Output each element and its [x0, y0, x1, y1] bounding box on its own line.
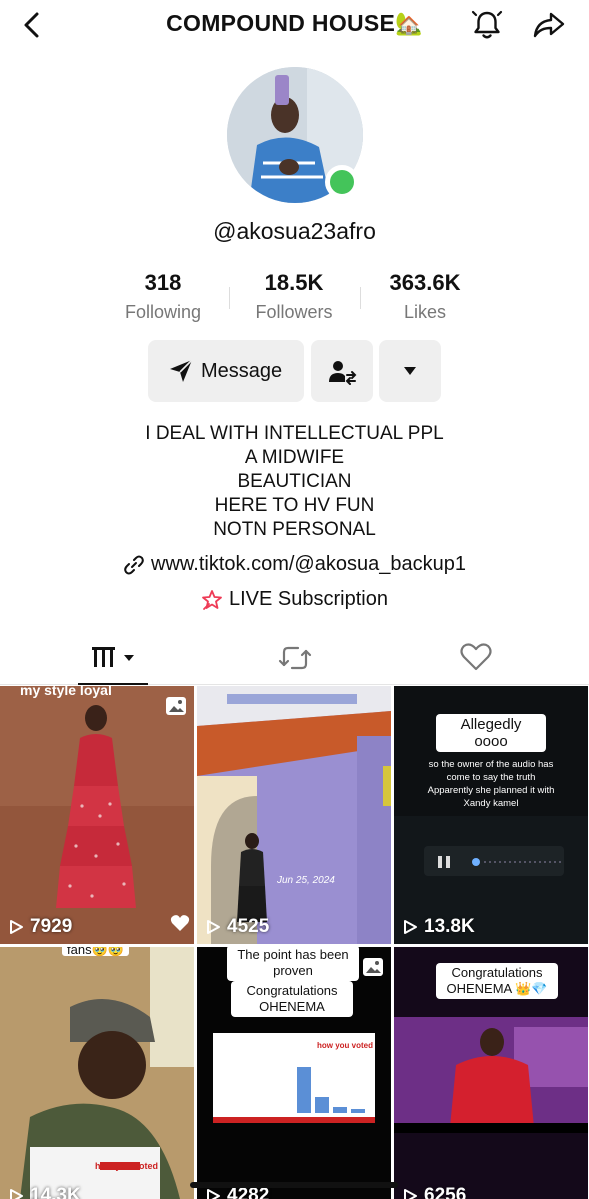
video-caption: Allegedly oooo: [436, 714, 546, 752]
bio-line: A MIDWIFE: [244, 447, 345, 468]
stat-label: Followers: [255, 302, 333, 322]
photo-icon: [363, 958, 383, 976]
view-count: 6256: [402, 1185, 466, 1199]
stat-likes[interactable]: 363.6K Likes: [360, 270, 490, 323]
view-count-value: 4525: [227, 916, 270, 937]
video-thumbnail[interactable]: The point has been proven Congratulation…: [197, 947, 391, 1199]
video-caption: Congratulations OHENEMA: [231, 981, 353, 1017]
online-status-dot: [325, 165, 359, 199]
photo-icon: [166, 697, 186, 715]
active-tab-underline: [78, 683, 148, 685]
top-bar: COMPOUND HOUSE🏡: [0, 0, 589, 50]
profile-link[interactable]: www.tiktok.com/@akosua_backup1: [0, 553, 589, 576]
play-icon: [10, 1188, 23, 1199]
view-count-value: 13.8K: [424, 916, 475, 937]
thumbnail-image: [197, 686, 391, 944]
live-subscription-link[interactable]: LIVE Subscription: [0, 588, 589, 611]
video-thumbnail[interactable]: Congratulations OHENEMA 👑💎 6256: [394, 947, 588, 1199]
stat-following[interactable]: 318 Following: [98, 270, 228, 323]
tab-reposts[interactable]: [270, 632, 320, 684]
stat-label: Following: [124, 302, 202, 322]
video-caption: Congratulations OHENEMA 👑💎: [436, 963, 558, 999]
play-icon: [207, 1188, 220, 1199]
video-thumbnail[interactable]: fans🥹🥹 how you voted 14.3K: [0, 947, 194, 1199]
video-thumbnail[interactable]: Jun 25, 2024 4525: [197, 686, 391, 944]
house-emoji-icon: 🏡: [395, 11, 423, 36]
more-options-button[interactable]: [379, 340, 441, 402]
live-subscription-text: LIVE Subscription: [229, 588, 388, 610]
video-subtext: so the owner of the audio has come to sa…: [427, 759, 555, 809]
grid-icon: [92, 647, 134, 667]
link-icon: [124, 555, 144, 575]
view-count: 14.3K: [8, 1185, 81, 1199]
live-star-icon: [202, 589, 222, 610]
view-count: 4525: [205, 916, 269, 938]
bell-icon[interactable]: [470, 8, 504, 42]
thumbnail-image: [0, 686, 194, 944]
message-button[interactable]: Message: [148, 340, 304, 402]
home-indicator[interactable]: [190, 1182, 398, 1188]
play-icon: [404, 919, 417, 934]
share-arrow-icon[interactable]: [532, 8, 566, 42]
video-grid: my style loyal 7929 Jun 25, 2024 4525 Al…: [0, 686, 589, 1199]
stat-value: 18.5K: [264, 270, 324, 295]
stat-value: 363.6K: [389, 270, 461, 295]
video-thumbnail[interactable]: my style loyal 7929: [0, 686, 194, 944]
video-date-stamp: Jun 25, 2024: [277, 875, 335, 886]
video-top-text: my style loyal: [20, 686, 112, 698]
inset-title: how you voted: [317, 1041, 373, 1050]
bio-line: NOTN PERSONAL: [213, 519, 376, 540]
stat-value: 318: [144, 270, 182, 295]
view-count-value: 6256: [424, 1185, 467, 1199]
bio-line: I DEAL WITH INTELLECTUAL PPL: [145, 423, 444, 444]
video-caption-top: The point has been proven: [227, 947, 359, 981]
inset-title: how you voted: [95, 1161, 158, 1171]
video-thumbnail[interactable]: Allegedly oooo so the owner of the audio…: [394, 686, 588, 944]
view-count-value: 7929: [30, 916, 73, 937]
add-friend-icon: [329, 361, 357, 385]
view-count: 7929: [8, 916, 72, 938]
stat-followers[interactable]: 18.5K Followers: [229, 270, 359, 323]
play-icon: [10, 919, 23, 934]
heart-filled-icon: [170, 915, 190, 931]
play-icon: [207, 919, 220, 934]
content-tabs: [0, 632, 589, 685]
profile-bio: I DEAL WITH INTELLECTUAL PPL A MIDWIFE B…: [0, 422, 589, 542]
profile-stats: 318 Following 18.5K Followers 363.6K Lik…: [98, 270, 490, 330]
tab-videos[interactable]: [78, 632, 148, 685]
view-count: 13.8K: [402, 916, 475, 938]
view-count-value: 14.3K: [30, 1185, 81, 1199]
heart-outline-icon: [460, 643, 492, 671]
video-top-text: fans🥹🥹: [62, 947, 129, 956]
play-icon: [404, 1188, 417, 1199]
dropdown-caret-icon: [404, 367, 416, 375]
profile-link-text: www.tiktok.com/@akosua_backup1: [151, 553, 466, 575]
send-icon: [170, 359, 193, 382]
bio-line: HERE TO HV FUN: [214, 495, 375, 516]
page-title-text: COMPOUND HOUSE: [166, 10, 396, 36]
friend-toggle-button[interactable]: [311, 340, 373, 402]
avatar[interactable]: [227, 67, 363, 203]
profile-handle: @akosua23afro: [213, 218, 376, 244]
tab-liked[interactable]: [451, 632, 501, 684]
bio-line: BEAUTICIAN: [237, 471, 352, 492]
repost-icon: [278, 646, 312, 670]
stat-label: Likes: [403, 302, 447, 322]
message-button-label: Message: [201, 360, 283, 382]
